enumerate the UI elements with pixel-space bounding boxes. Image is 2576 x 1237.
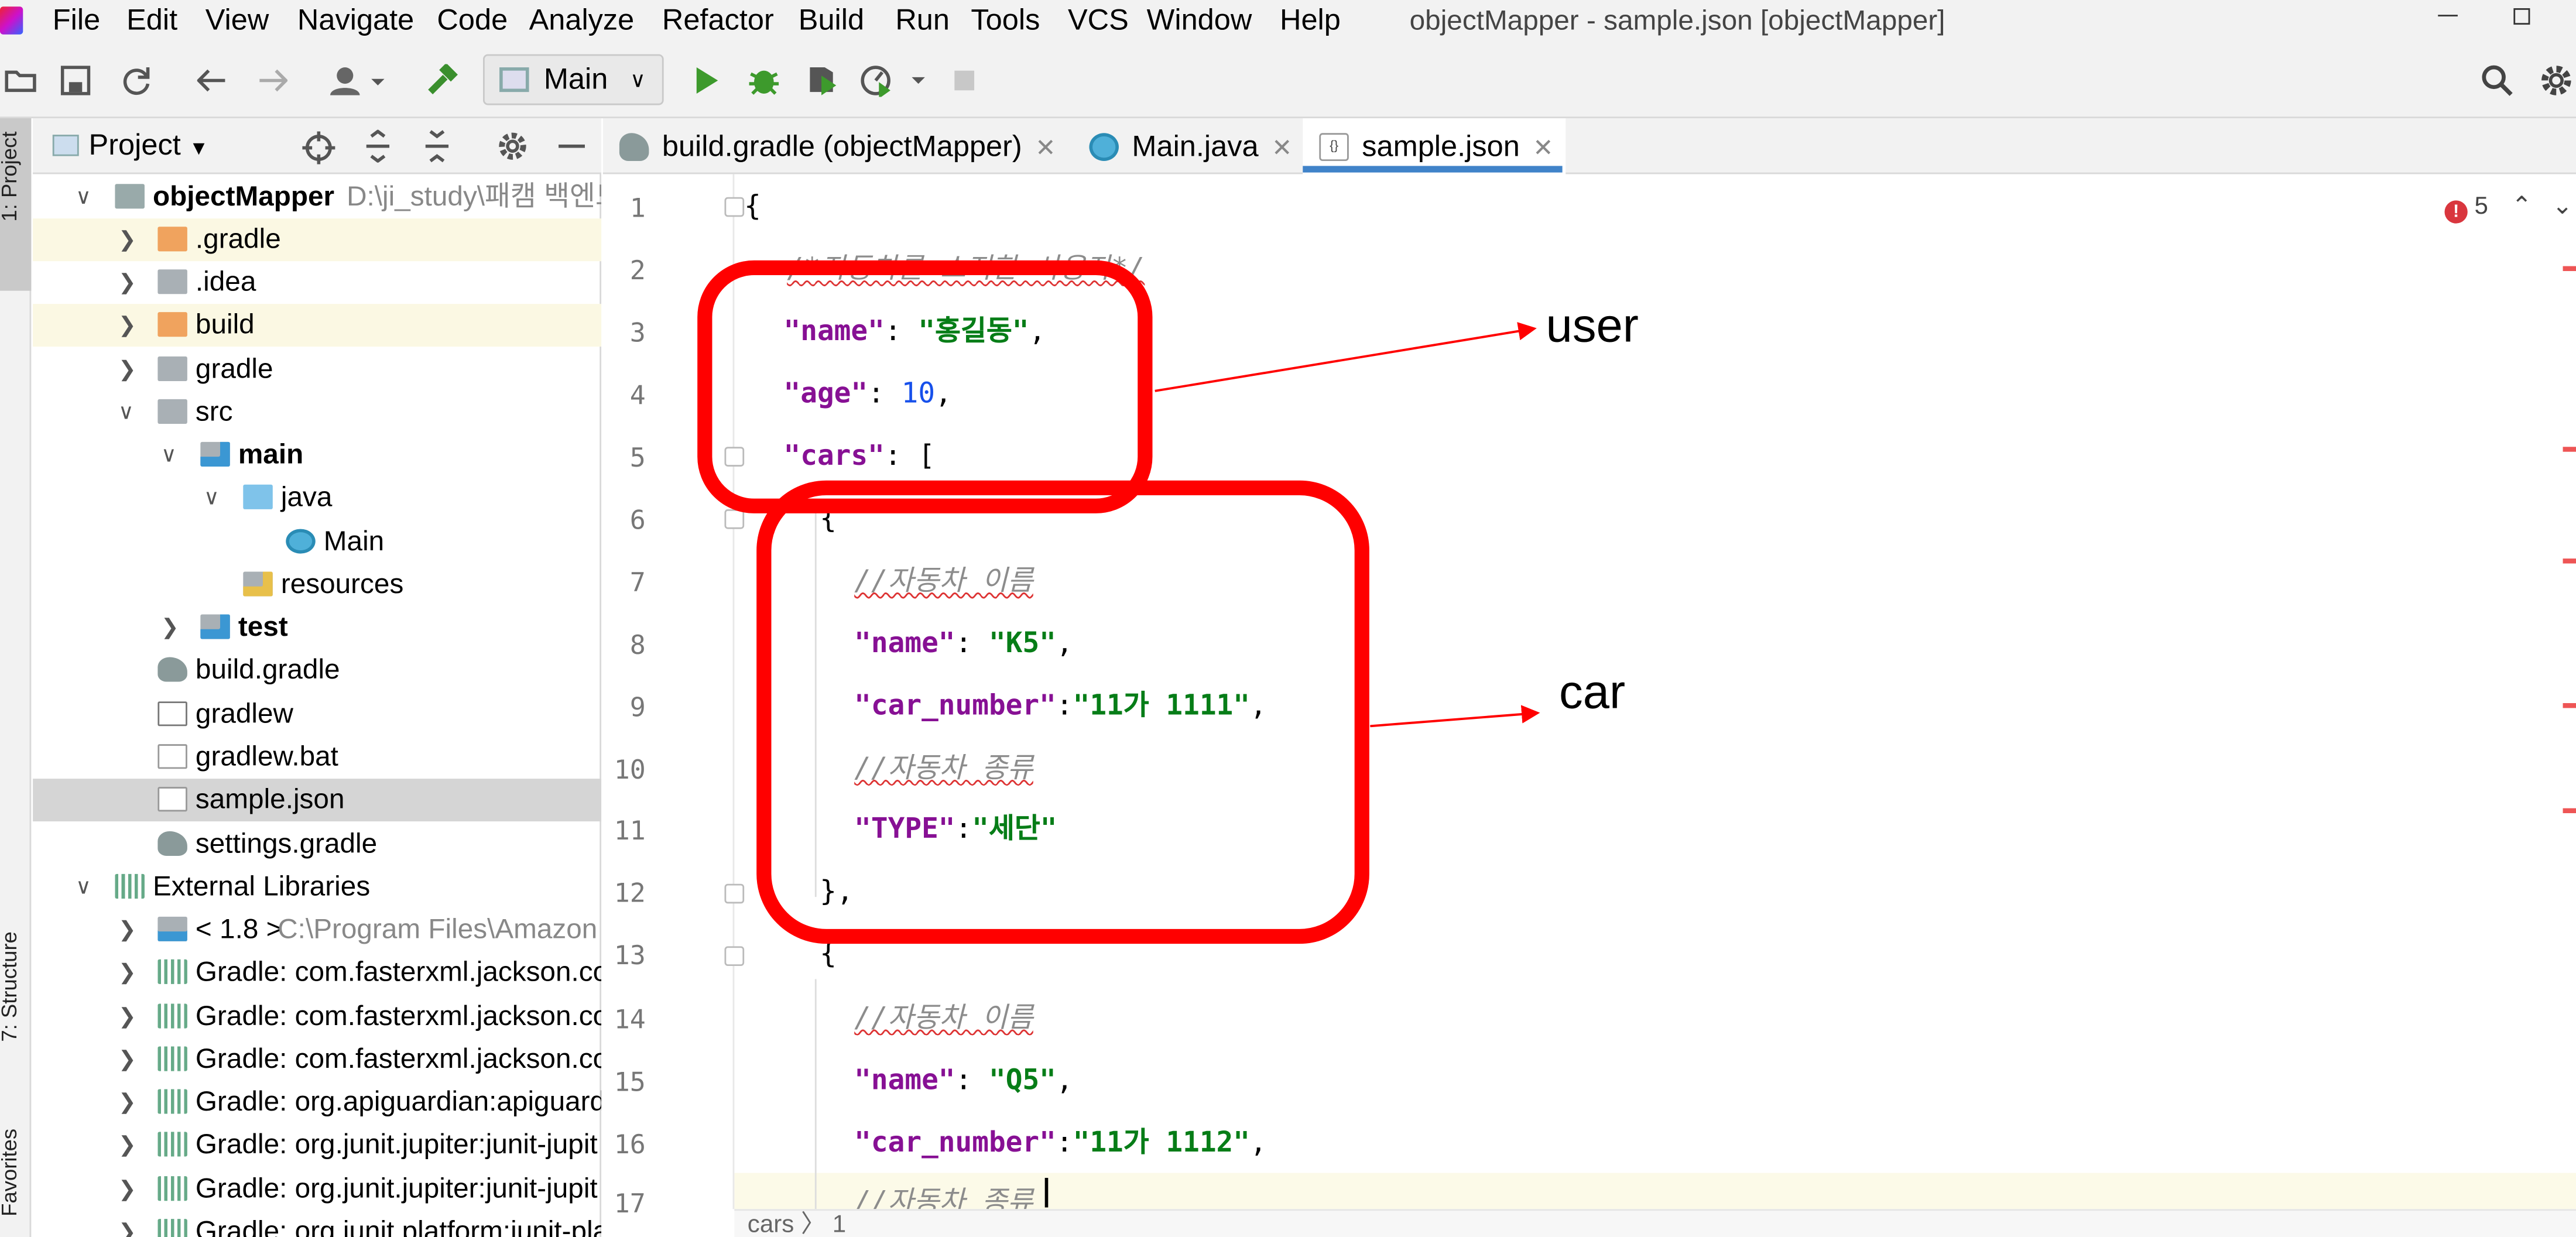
user-arrow — [1155, 322, 1537, 392]
car-highlight-box — [756, 480, 1369, 944]
car-annotation-label: car — [1559, 667, 1626, 720]
car-arrow — [1370, 705, 1540, 728]
ide-window: File Edit View Navigate Code Analyze Ref… — [0, 0, 2576, 1237]
annotation-overlay — [697, 260, 1540, 944]
user-annotation-label: user — [1546, 300, 1639, 354]
user-highlight-box — [697, 260, 1153, 513]
